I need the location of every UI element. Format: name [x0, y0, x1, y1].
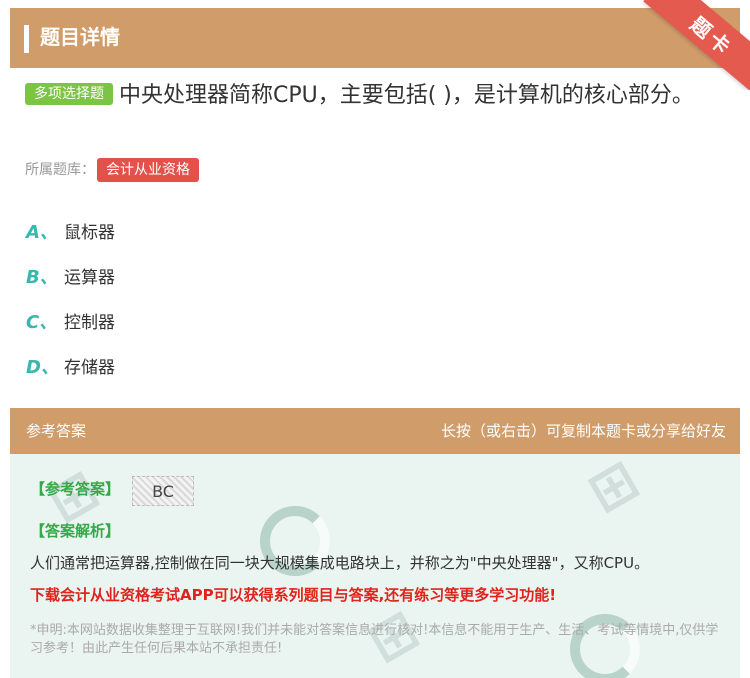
- header-bar: 题目详情: [10, 8, 740, 68]
- bank-label: 所属题库：: [25, 162, 95, 178]
- question-card-ribbon[interactable]: 题卡: [643, 0, 750, 90]
- disclaimer: *申明:本网站数据收集整理于互联网!我们并未能对答案信息进行核对!本信息不能用于…: [30, 623, 719, 656]
- reference-answer-value: BC: [132, 476, 194, 506]
- option-text: 鼠标器: [64, 223, 115, 243]
- ribbon-label: 题卡: [685, 11, 739, 61]
- option-c[interactable]: C、 控制器: [26, 298, 115, 343]
- analysis-label: 【答案解析】: [30, 522, 121, 540]
- option-b[interactable]: B、 运算器: [26, 253, 115, 298]
- answer-bar: 参考答案 长按（或右击）可复制本题卡或分享给好友: [10, 408, 740, 454]
- option-text: 存储器: [64, 358, 115, 378]
- question-bank: 所属题库： 会计从业资格: [25, 158, 199, 182]
- answer-panel: ⊞ ⊞ ⊞ 【参考答案】 BC 【答案解析】 人们通常把运算器,控制做在同一块大…: [10, 454, 740, 678]
- reference-answer-label: 【参考答案】: [30, 480, 121, 498]
- option-letter: B、: [26, 266, 58, 288]
- question: 多项选择题 中央处理器简称CPU，主要包括( )，是计算机的核心部分。: [25, 78, 725, 114]
- option-letter: C、: [26, 311, 58, 333]
- bank-tag[interactable]: 会计从业资格: [97, 158, 199, 182]
- answer-bar-title: 参考答案: [26, 422, 87, 440]
- option-letter: D、: [26, 356, 59, 378]
- question-text: 中央处理器简称CPU，主要包括( )，是计算机的核心部分。: [119, 83, 694, 108]
- analysis-text: 人们通常把运算器,控制做在同一块大规模集成电路块上，并称之为"中央处理器"，又称…: [30, 554, 650, 572]
- ribbon-corner[interactable]: 题卡: [640, 0, 750, 90]
- question-type-badge: 多项选择题: [25, 83, 113, 105]
- share-hint: 长按（或右击）可复制本题卡或分享给好友: [440, 422, 726, 440]
- option-d[interactable]: D、 存储器: [26, 343, 115, 388]
- watermark-glyph-icon: ⊞: [576, 454, 651, 527]
- options-list: A、 鼠标器 B、 运算器 C、 控制器 D、 存储器: [26, 208, 115, 388]
- option-a[interactable]: A、 鼠标器: [26, 208, 115, 253]
- option-letter: A、: [26, 221, 58, 243]
- option-text: 运算器: [64, 268, 115, 288]
- app-download-link[interactable]: 下载会计从业资格考试APP可以获得系列题目与答案,还有练习等更多学习功能!: [30, 584, 556, 605]
- page-title: 题目详情: [40, 25, 120, 49]
- header-accent: [24, 25, 29, 53]
- option-text: 控制器: [64, 313, 115, 333]
